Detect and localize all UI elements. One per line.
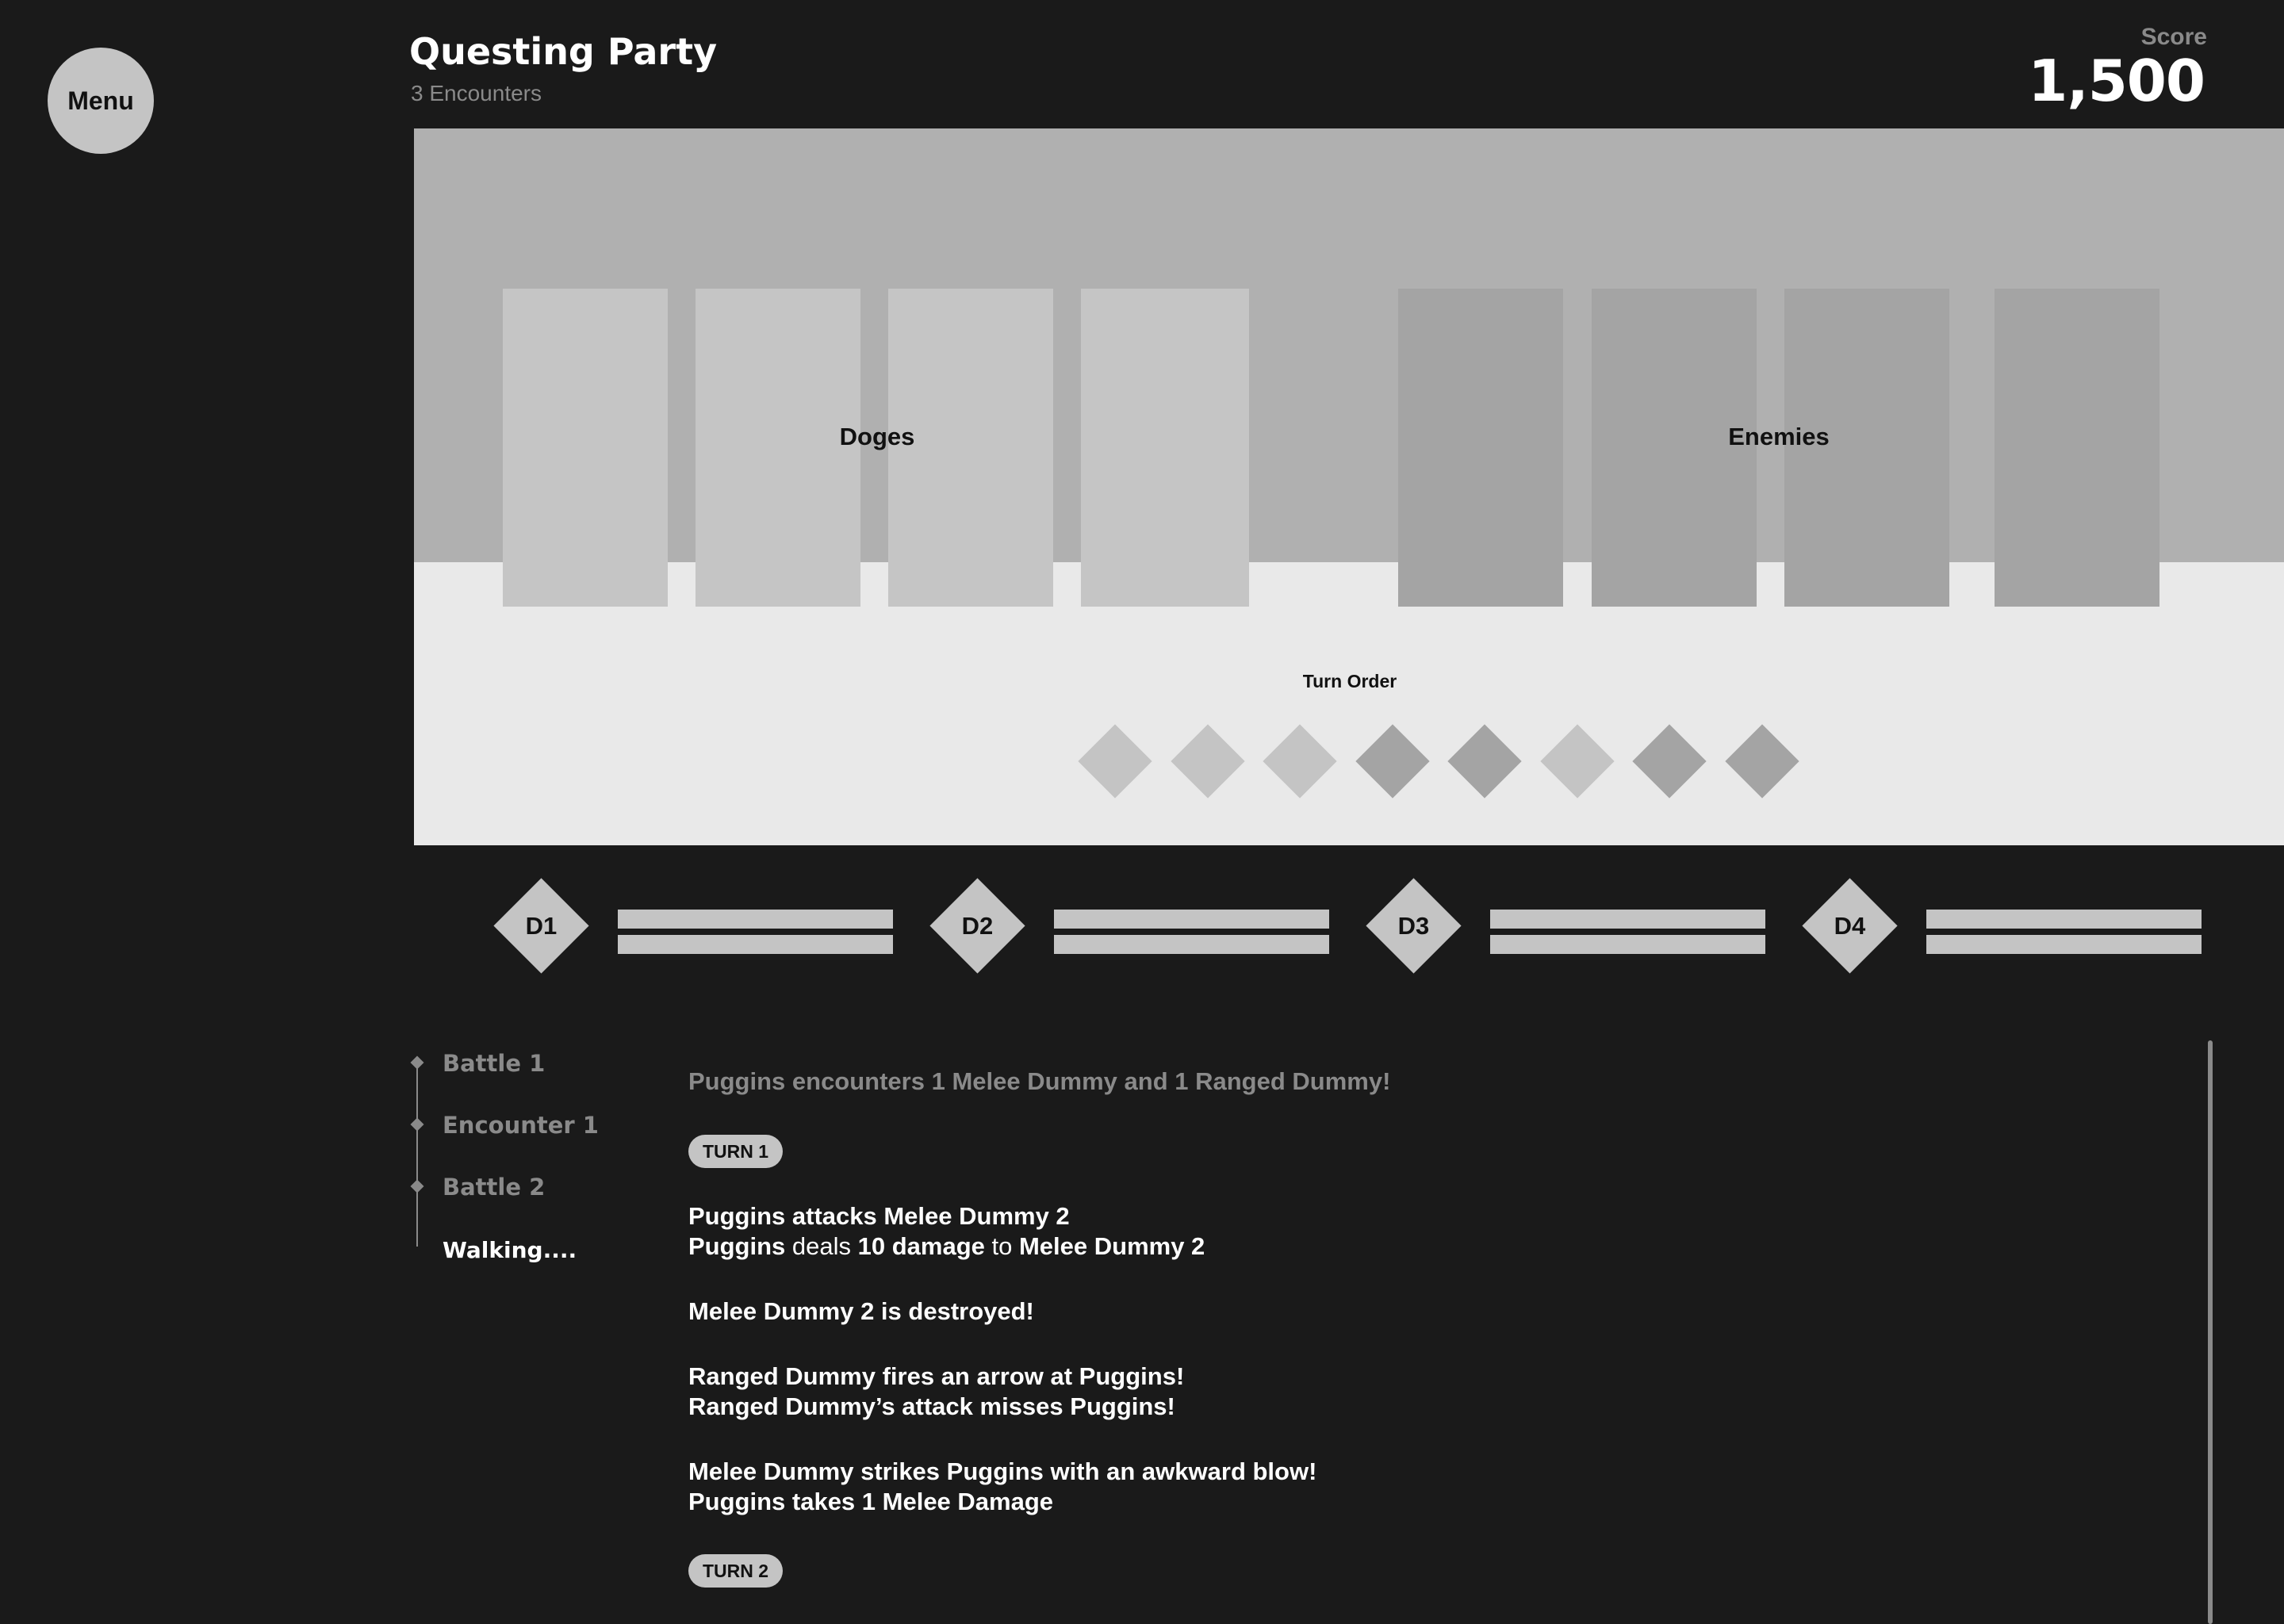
log-intro: Puggins encounters 1 Melee Dummy and 1 R… — [688, 1067, 1391, 1095]
energy-bar — [1054, 935, 1329, 954]
log-line: Ranged Dummy fires an arrow at Puggins! — [688, 1362, 1185, 1390]
energy-bar — [1490, 935, 1765, 954]
turn-order-enemy-5[interactable] — [1447, 724, 1522, 799]
turn-order-label: Turn Order — [1302, 671, 1397, 691]
member-badge[interactable] — [929, 878, 1025, 974]
log-line: Puggins attacks Melee Dummy 2 — [688, 1202, 1070, 1230]
health-bar — [618, 910, 893, 929]
turn-order-enemy-4[interactable] — [1355, 724, 1430, 799]
enemy-slot-4[interactable] — [1995, 289, 2159, 607]
timeline-item-battle-2[interactable]: Battle 2 — [443, 1174, 545, 1201]
member-badge[interactable] — [493, 878, 589, 974]
log-scrollbar[interactable] — [2208, 1040, 2213, 1624]
health-bar — [1490, 910, 1765, 929]
timeline-item-walking[interactable]: Walking.... — [443, 1237, 577, 1263]
turn-1-pill[interactable]: TURN 1 — [688, 1135, 784, 1168]
turn-order-doge-1[interactable] — [1078, 724, 1152, 799]
health-bar — [1054, 910, 1329, 929]
member-badge[interactable] — [1366, 878, 1462, 974]
energy-bar — [1926, 935, 2202, 954]
enemies-label: Enemies — [1728, 423, 1830, 450]
encounter-count: 3 Encounters — [411, 81, 542, 105]
score-label: Score — [2140, 24, 2207, 50]
turn-order-doge-3[interactable] — [1263, 724, 1337, 799]
turn-2-pill[interactable]: TURN 2 — [688, 1554, 784, 1588]
timeline-line — [416, 1061, 418, 1247]
enemy-slot-1[interactable] — [1398, 289, 1563, 607]
turn-order-doge-2[interactable] — [1171, 724, 1245, 799]
log-line: Melee Dummy strikes Puggins with an awkw… — [688, 1457, 1317, 1485]
timeline-item-battle-1[interactable]: Battle 1 — [443, 1050, 545, 1077]
doge-slot-1[interactable] — [503, 289, 668, 607]
energy-bar — [618, 935, 893, 954]
health-bar — [1926, 910, 2202, 929]
timeline-dot — [410, 1179, 424, 1193]
log-line: Puggins takes 1 Melee Damage — [688, 1488, 1054, 1515]
timeline-dot — [410, 1117, 424, 1132]
score-value: 1,500 — [2028, 48, 2205, 114]
turn-order-enemy-7[interactable] — [1632, 724, 1707, 799]
log-line: Ranged Dummy’s attack misses Puggins! — [688, 1392, 1175, 1420]
turn-order-enemy-8[interactable] — [1725, 724, 1799, 799]
doge-slot-2[interactable] — [696, 289, 860, 607]
member-badge[interactable] — [1802, 878, 1898, 974]
log-line: Puggins deals 10 damage to Melee Dummy 2 — [688, 1232, 1205, 1260]
page-title: Questing Party — [409, 30, 718, 73]
timeline-dot — [410, 1055, 424, 1070]
turn-order-doge-6[interactable] — [1540, 724, 1615, 799]
doges-label: Doges — [839, 423, 915, 450]
doge-slot-4[interactable] — [1081, 289, 1249, 607]
log-line: Melee Dummy 2 is destroyed! — [688, 1297, 1034, 1325]
timeline-item-encounter-1[interactable]: Encounter 1 — [443, 1112, 599, 1139]
menu-button[interactable]: Menu — [48, 48, 154, 154]
battle-stage: Doges Enemies Turn Order — [414, 128, 2284, 845]
